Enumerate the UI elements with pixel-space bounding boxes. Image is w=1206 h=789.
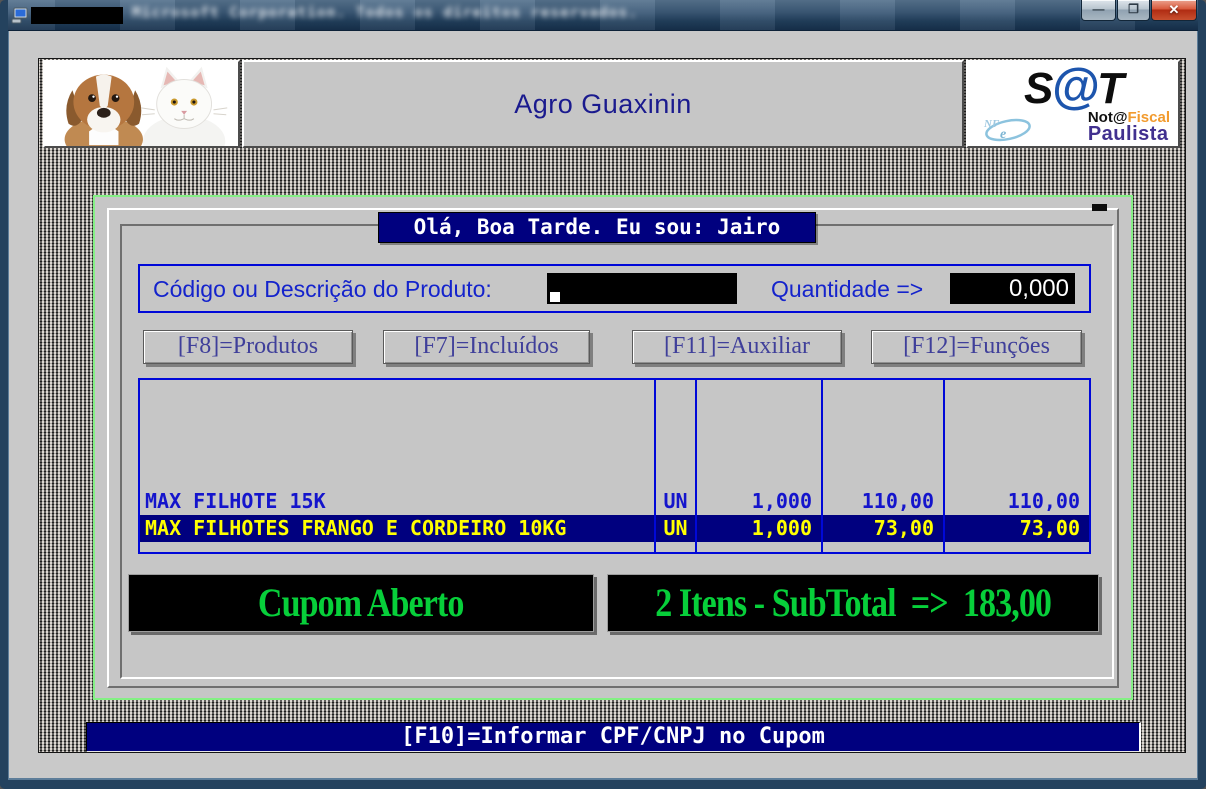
window-title-redacted: [31, 7, 123, 24]
svg-text:e: e: [1000, 127, 1006, 142]
coupon-status-display: Cupom Aberto: [128, 574, 594, 632]
items-table: MAX FILHOTE 15K MAX FILHOTES FRANGO E CO…: [138, 378, 1091, 554]
item-quantity-selected[interactable]: 1,000: [697, 515, 821, 542]
item-quantity[interactable]: 1,000: [697, 488, 821, 515]
item-description[interactable]: MAX FILHOTE 15K: [140, 488, 654, 515]
item-unit-selected[interactable]: UN: [656, 515, 695, 542]
quantity-input[interactable]: 0,000: [950, 273, 1075, 304]
header-title-panel: Agro Guaxinin: [242, 60, 964, 148]
sat-logo-panel: S@T NF e Not@Fiscal Paulista: [966, 60, 1180, 148]
app-window: Microsoft Corporation. Todos os direitos…: [0, 0, 1206, 789]
product-code-input[interactable]: [547, 273, 737, 304]
f11-auxiliar-button[interactable]: [F11]=Auxiliar: [632, 330, 842, 364]
window-controls: — ❐ ✕: [1080, 0, 1197, 21]
item-unit[interactable]: UN: [656, 488, 695, 515]
coupon-status-text: Cupom Aberto: [258, 580, 464, 626]
f8-produtos-button[interactable]: [F8]=Produtos: [143, 330, 353, 364]
column-total: 110,00 73,00: [943, 380, 1089, 552]
column-unit: UN UN: [654, 380, 695, 552]
window-title-ghost-text: Microsoft Corporation. Todos os direitos…: [132, 5, 638, 21]
console-app-icon: [11, 7, 29, 25]
title-bar: Microsoft Corporation. Todos os direitos…: [0, 0, 1206, 31]
at-symbol: @: [1051, 60, 1097, 114]
status-row: Cupom Aberto 2 Itens - SubTotal => 183,0…: [128, 574, 1101, 633]
sat-logo-text: S@T: [968, 64, 1178, 112]
svg-text:NF: NF: [983, 118, 1000, 130]
pets-photo: [43, 60, 240, 148]
operator-greeting: Olá, Boa Tarde. Eu sou: Jairo: [378, 212, 816, 243]
item-unit-price-selected[interactable]: 73,00: [823, 515, 943, 542]
store-title: Agro Guaxinin: [514, 89, 692, 120]
item-total[interactable]: 110,00: [945, 488, 1089, 515]
item-unit-price[interactable]: 110,00: [823, 488, 943, 515]
item-total-selected[interactable]: 73,00: [945, 515, 1089, 542]
cpf-cnpj-hint-bar: [F10]=Informar CPF/CNPJ no Cupom: [86, 722, 1141, 752]
close-button[interactable]: ✕: [1151, 0, 1197, 21]
dog-and-cat-image: [45, 62, 238, 146]
f7-incluidos-button[interactable]: [F7]=Incluídos: [383, 330, 590, 364]
subtotal-text: 2 Itens - SubTotal => 183,00: [655, 580, 1051, 626]
minimize-button[interactable]: —: [1081, 0, 1116, 21]
subtotal-display: 2 Itens - SubTotal => 183,00: [607, 574, 1099, 632]
f12-funcoes-button[interactable]: [F12]=Funções: [871, 330, 1082, 364]
scroll-thumb[interactable]: [1092, 204, 1107, 211]
maximize-button[interactable]: ❐: [1117, 0, 1150, 21]
minimize-icon: —: [1093, 2, 1105, 16]
function-key-row: [F8]=Produtos [F7]=Incluídos [F11]=Auxil…: [138, 330, 1091, 368]
nfe-icon: NF e: [978, 114, 1034, 144]
text-cursor: [550, 292, 560, 302]
quantity-label: Quantidade =>: [771, 276, 923, 303]
product-entry-label: Código ou Descrição do Produto:: [153, 276, 492, 303]
nota-fiscal-paulista-wordmark: Not@Fiscal Paulista: [1088, 110, 1170, 143]
maximize-icon: ❐: [1128, 2, 1139, 16]
column-unit-price: 110,00 73,00: [821, 380, 943, 552]
close-icon: ✕: [1169, 2, 1180, 17]
product-entry-box: Código ou Descrição do Produto: Quantida…: [138, 264, 1091, 313]
column-quantity: 1,000 1,000: [695, 380, 821, 552]
sales-panel: Olá, Boa Tarde. Eu sou: Jairo Código ou …: [93, 195, 1133, 700]
item-description-selected[interactable]: MAX FILHOTES FRANGO E CORDEIRO 10KG: [140, 515, 654, 542]
column-description: MAX FILHOTE 15K MAX FILHOTES FRANGO E CO…: [140, 380, 654, 552]
